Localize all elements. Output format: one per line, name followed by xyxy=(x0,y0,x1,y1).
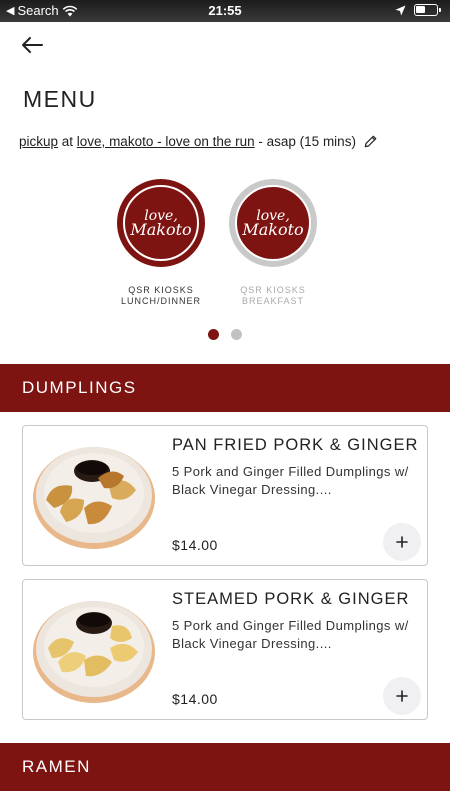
order-location-link[interactable]: love, makoto - love on the run xyxy=(77,134,255,149)
pagination-dot-1[interactable] xyxy=(208,329,219,340)
menu-label: QSR KIOSKS LUNCH/DINNER xyxy=(116,285,206,307)
menu-item-description: 5 Pork and Ginger Filled Dumplings w/ Bl… xyxy=(172,618,409,651)
logo-line2: Makoto xyxy=(242,220,304,239)
logo-line2: Makoto xyxy=(130,220,192,239)
battery-icon xyxy=(414,4,441,16)
status-bar: ◀ Search 21:55 xyxy=(0,0,450,22)
pagination-dot-2[interactable] xyxy=(231,329,242,340)
menu-label-line1: QSR KIOSKS xyxy=(240,285,306,295)
add-to-cart-button[interactable] xyxy=(383,523,421,561)
menu-logo-ring: love, Makoto xyxy=(229,179,317,267)
menu-label-line1: QSR KIOSKS xyxy=(128,285,194,295)
menu-option-lunch-dinner[interactable]: love, Makoto QSR KIOSKS LUNCH/DINNER xyxy=(116,179,206,307)
menu-item-price: $14.00 xyxy=(172,537,218,553)
menu-option-breakfast[interactable]: love, Makoto QSR KIOSKS BREAKFAST xyxy=(228,179,318,307)
arrow-left-icon xyxy=(22,37,43,53)
love-makoto-logo: love, Makoto xyxy=(123,185,199,261)
status-right xyxy=(395,4,441,16)
add-to-cart-button[interactable] xyxy=(383,677,421,715)
pagination-dots xyxy=(0,329,450,340)
category-header-ramen[interactable]: RAMEN xyxy=(0,743,450,791)
status-time: 21:55 xyxy=(208,3,242,18)
pan-fried-dumplings-image xyxy=(33,447,155,549)
menu-item-name: PAN FRIED PORK & GINGER xyxy=(172,436,419,454)
menu-label-line2: LUNCH/DINNER xyxy=(120,296,201,306)
menu-item-price: $14.00 xyxy=(172,691,218,707)
steamed-dumplings-image xyxy=(33,601,155,703)
plus-icon xyxy=(396,690,408,702)
order-mode-link[interactable]: pickup xyxy=(19,134,58,149)
pencil-icon[interactable] xyxy=(363,134,378,149)
menu-label: QSR KIOSKS BREAKFAST xyxy=(228,285,318,307)
menu-item-description: 5 Pork and Ginger Filled Dumplings w/ Bl… xyxy=(172,464,409,497)
menu-item-card[interactable]: PAN FRIED PORK & GINGER 5 Pork and Ginge… xyxy=(22,425,428,566)
menu-logo-ring: love, Makoto xyxy=(117,179,205,267)
page-title: MENU xyxy=(23,86,97,112)
plus-icon xyxy=(396,536,408,548)
order-timing-text: - asap (15 mins) xyxy=(254,134,356,149)
location-arrow-icon xyxy=(395,5,406,15)
back-button[interactable] xyxy=(18,34,48,56)
order-at-text: at xyxy=(58,134,77,149)
order-summary: pickup at love, makoto - love on the run… xyxy=(19,134,378,149)
menu-item-card[interactable]: STEAMED PORK & GINGER 5 Pork and Ginger … xyxy=(22,579,428,720)
menu-item-name: STEAMED PORK & GINGER xyxy=(172,590,410,608)
category-header-dumplings[interactable]: DUMPLINGS xyxy=(0,364,450,412)
love-makoto-logo: love, Makoto xyxy=(235,185,311,261)
menu-label-line2: BREAKFAST xyxy=(241,296,304,306)
